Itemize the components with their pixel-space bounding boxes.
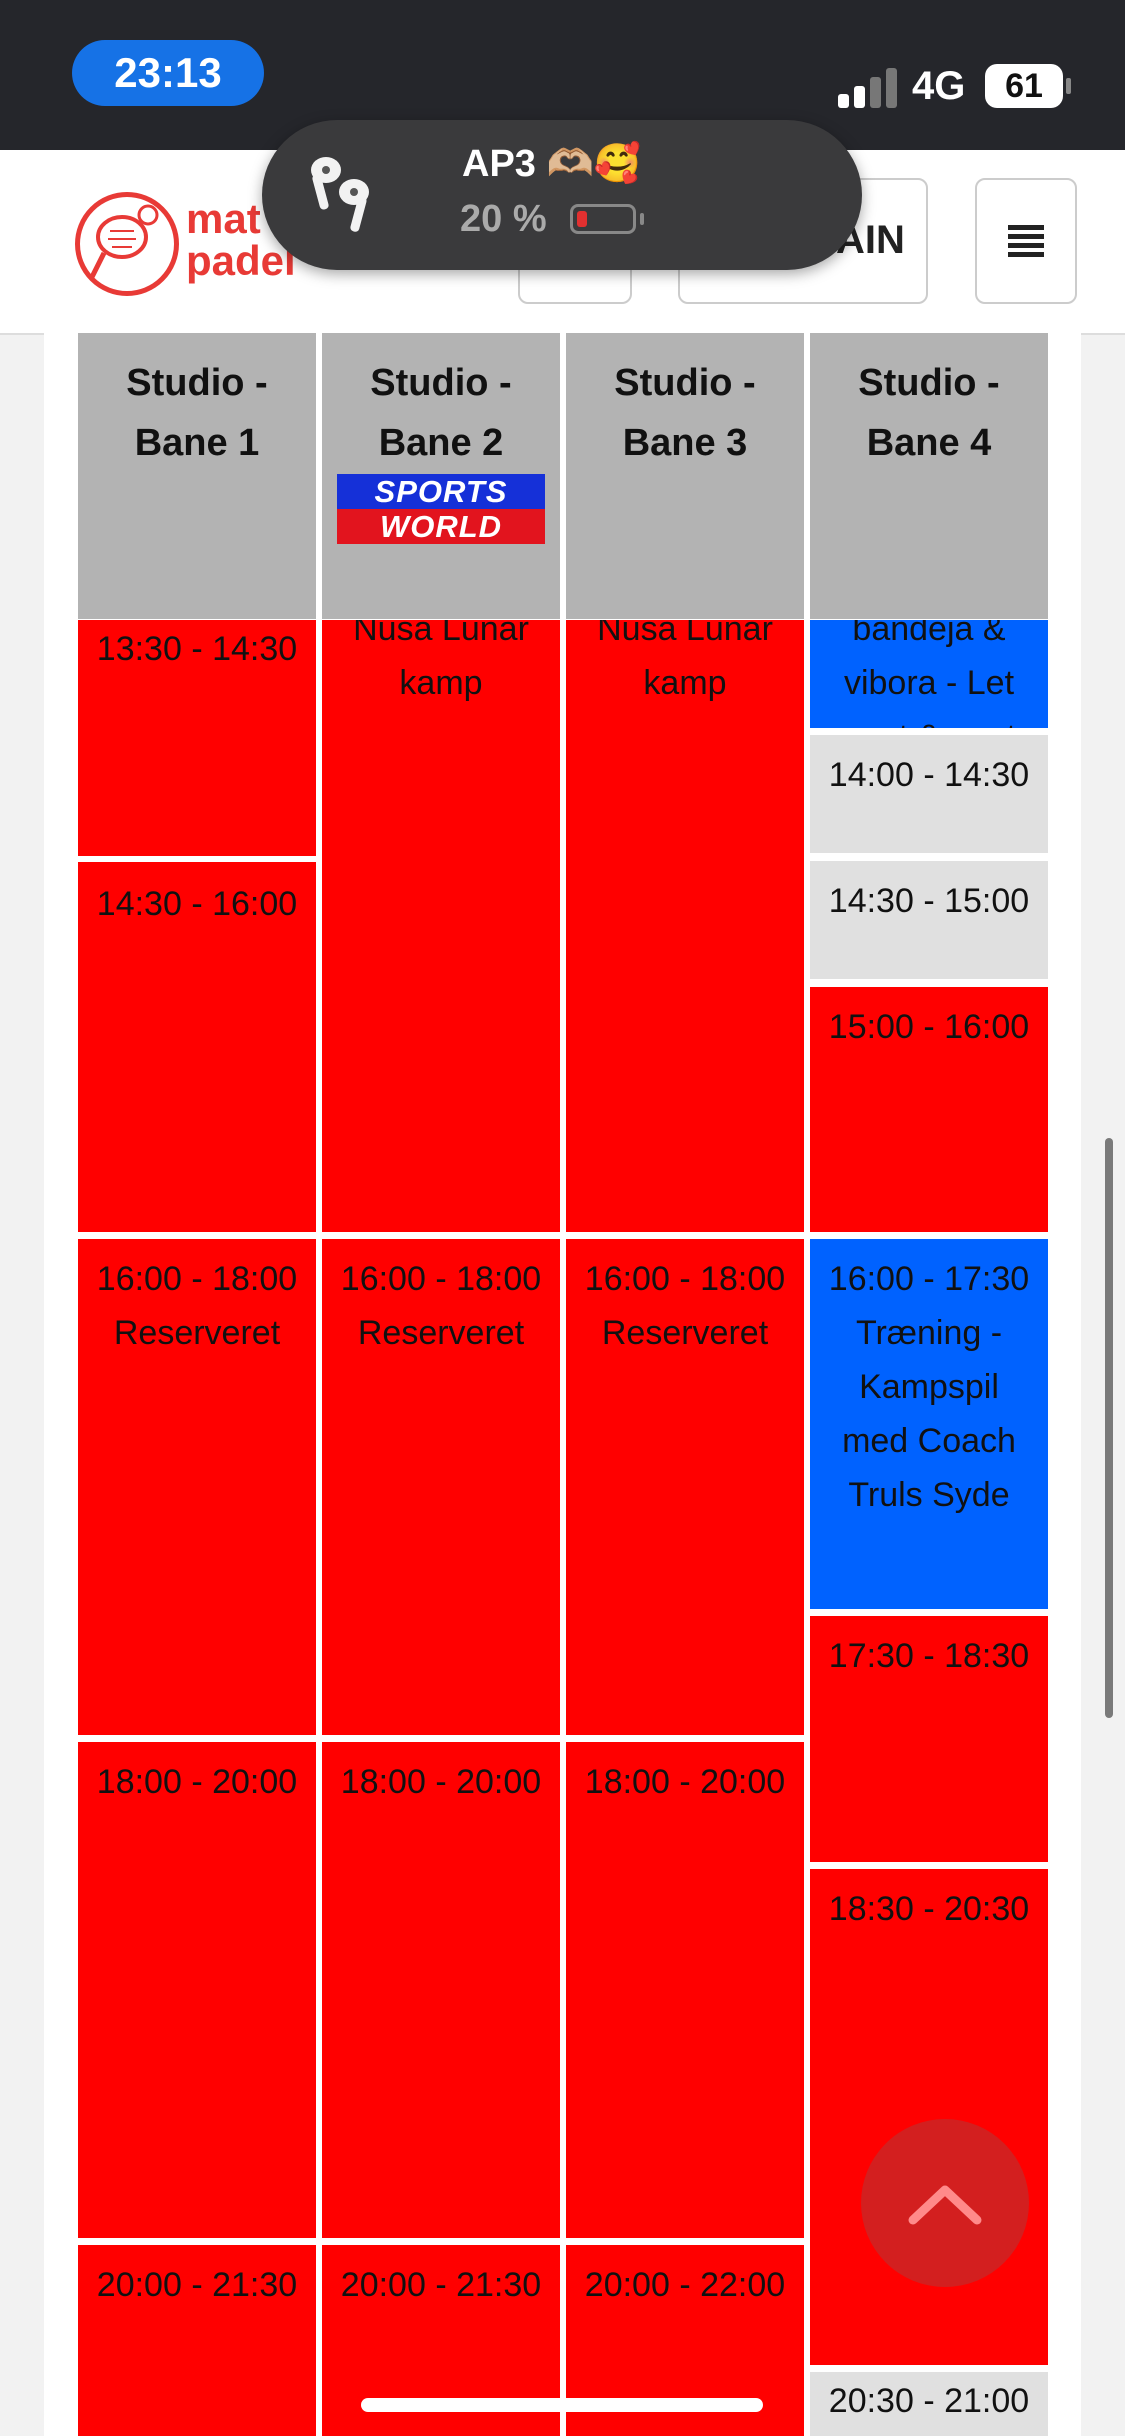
sports-world-logo: SPORTS WORLD xyxy=(337,474,545,544)
booking-slot[interactable]: 17:30 - 18:30 xyxy=(810,1616,1048,1862)
slot-label: Reserveret xyxy=(357,1314,525,1352)
airpods-battery-icon xyxy=(570,204,636,234)
chevron-up-icon xyxy=(908,2185,982,2225)
slot-time: 16:00 - 18:00 xyxy=(584,1260,786,1298)
booking-slot[interactable]: 18:00 - 20:00 xyxy=(78,1742,316,2238)
free-slot[interactable]: 20:30 - 21:00 xyxy=(810,2372,1048,2436)
column-header-bane-4: Studio - Bane 4 xyxy=(810,333,1048,619)
booking-slot[interactable]: 16:00 - 18:00 Reserveret xyxy=(322,1239,560,1735)
slot-time: 16:00 - 18:00 xyxy=(340,1260,542,1298)
column-title: Studio - xyxy=(614,362,756,404)
booking-slot[interactable]: 18:00 - 20:00 xyxy=(322,1742,560,2238)
booking-slot[interactable]: 15:00 - 16:00 xyxy=(810,987,1048,1232)
column-title: Studio - xyxy=(126,362,268,404)
booking-slot[interactable]: 20:00 - 21:30 xyxy=(78,2245,316,2436)
slot-time: 14:30 - 15:00 xyxy=(828,882,1030,920)
slot-time: 17:30 - 18:30 xyxy=(828,1637,1030,1675)
padel-logo-icon[interactable] xyxy=(75,192,179,296)
slot-label: Reserveret xyxy=(601,1314,769,1352)
column-subtitle: Bane 4 xyxy=(866,422,992,464)
back-to-top-button[interactable] xyxy=(861,2119,1029,2287)
slot-label: med Coach xyxy=(842,1422,1016,1460)
training-slot[interactable]: 16:00 - 17:30 Træning - Kampspil med Coa… xyxy=(810,1239,1048,1609)
column-header-bane-1: Studio - Bane 1 xyxy=(78,333,316,619)
column-header-bane-3: Studio - Bane 3 xyxy=(566,333,804,619)
status-time[interactable]: 23:13 xyxy=(72,40,264,106)
slot-label: kamp xyxy=(643,664,727,702)
airpods-battery-fill xyxy=(577,211,587,227)
slot-label: Nusa Lunar xyxy=(353,620,529,648)
booking-slot[interactable]: 18:00 - 20:00 xyxy=(566,1742,804,2238)
airpods-icon xyxy=(311,157,369,232)
booking-slot[interactable]: Nusa Lunar kamp xyxy=(322,620,560,1232)
column-title: Studio - xyxy=(858,362,1000,404)
slot-label: øvet & øvet xyxy=(820,710,1038,728)
column-title: Studio - xyxy=(370,362,512,404)
scrollbar[interactable] xyxy=(1105,1138,1113,1718)
slot-label: kamp xyxy=(399,664,483,702)
airpods-battery-percent: 20 % xyxy=(460,198,547,240)
booking-slot[interactable]: 18:30 - 20:30 xyxy=(810,1869,1048,2365)
training-slot[interactable]: bandeja & vibora - Let øvet & øvet xyxy=(810,620,1048,728)
slot-label: vibora - Let xyxy=(843,664,1015,702)
sponsor-line-1: SPORTS xyxy=(337,474,545,509)
slot-time: 18:00 - 20:00 xyxy=(340,1763,542,1801)
booking-slot[interactable]: 13:30 - 14:30 xyxy=(78,620,316,856)
hamburger-icon xyxy=(1008,221,1044,261)
slot-time: 18:00 - 20:00 xyxy=(584,1763,786,1801)
network-type: 4G xyxy=(912,64,966,108)
slot-time: 13:30 - 14:30 xyxy=(96,630,298,668)
slot-time: 14:00 - 14:30 xyxy=(828,756,1030,794)
column-subtitle: Bane 3 xyxy=(622,422,748,464)
slot-label: Kampspil xyxy=(859,1368,999,1406)
slot-label: Træning - xyxy=(855,1314,1003,1352)
slot-label: bandeja & xyxy=(852,620,1006,648)
column-subtitle: Bane 2 xyxy=(378,422,504,464)
slot-time: 20:00 - 22:00 xyxy=(584,2266,786,2304)
airpods-battery-cap xyxy=(640,213,644,225)
slot-time: 16:00 - 18:00 xyxy=(96,1260,298,1298)
logo-line-2: padel xyxy=(186,237,296,284)
slot-label: Truls Syde xyxy=(848,1476,1010,1514)
padel-racket-icon xyxy=(89,204,159,279)
booking-slot[interactable]: Nusa Lunar kamp xyxy=(566,620,804,1232)
slot-time: 20:30 - 21:00 xyxy=(828,2382,1030,2420)
slot-time: 15:00 - 16:00 xyxy=(828,1008,1030,1046)
battery-level: 61 xyxy=(985,64,1063,108)
slot-label: Reserveret xyxy=(113,1314,281,1352)
booking-slot[interactable]: 14:30 - 16:00 xyxy=(78,862,316,1232)
booking-slot[interactable]: 16:00 - 18:00 Reserveret xyxy=(566,1239,804,1735)
home-indicator[interactable] xyxy=(361,2398,763,2412)
slot-time: 18:30 - 20:30 xyxy=(828,1890,1030,1928)
free-slot[interactable]: 14:30 - 15:00 xyxy=(810,861,1048,979)
slot-time: 20:00 - 21:30 xyxy=(340,2266,542,2304)
airpods-notification[interactable]: AP3 🫶🏼🥰 20 % xyxy=(262,120,862,270)
column-subtitle: Bane 1 xyxy=(134,422,260,464)
slot-time: 16:00 - 17:30 xyxy=(828,1260,1030,1298)
menu-button[interactable] xyxy=(975,178,1077,304)
booking-slot[interactable]: 16:00 - 18:00 Reserveret xyxy=(78,1239,316,1735)
battery-icon xyxy=(1066,78,1071,94)
sponsor-line-2: WORLD xyxy=(337,509,545,544)
slot-time: 14:30 - 16:00 xyxy=(96,885,298,923)
free-slot[interactable]: 14:00 - 14:30 xyxy=(810,735,1048,853)
slot-label: Nusa Lunar xyxy=(597,620,773,648)
slot-time: 20:00 - 21:30 xyxy=(96,2266,298,2304)
signal-icon xyxy=(838,66,900,108)
slot-time: 18:00 - 20:00 xyxy=(96,1763,298,1801)
airpods-title: AP3 🫶🏼🥰 xyxy=(462,143,642,185)
